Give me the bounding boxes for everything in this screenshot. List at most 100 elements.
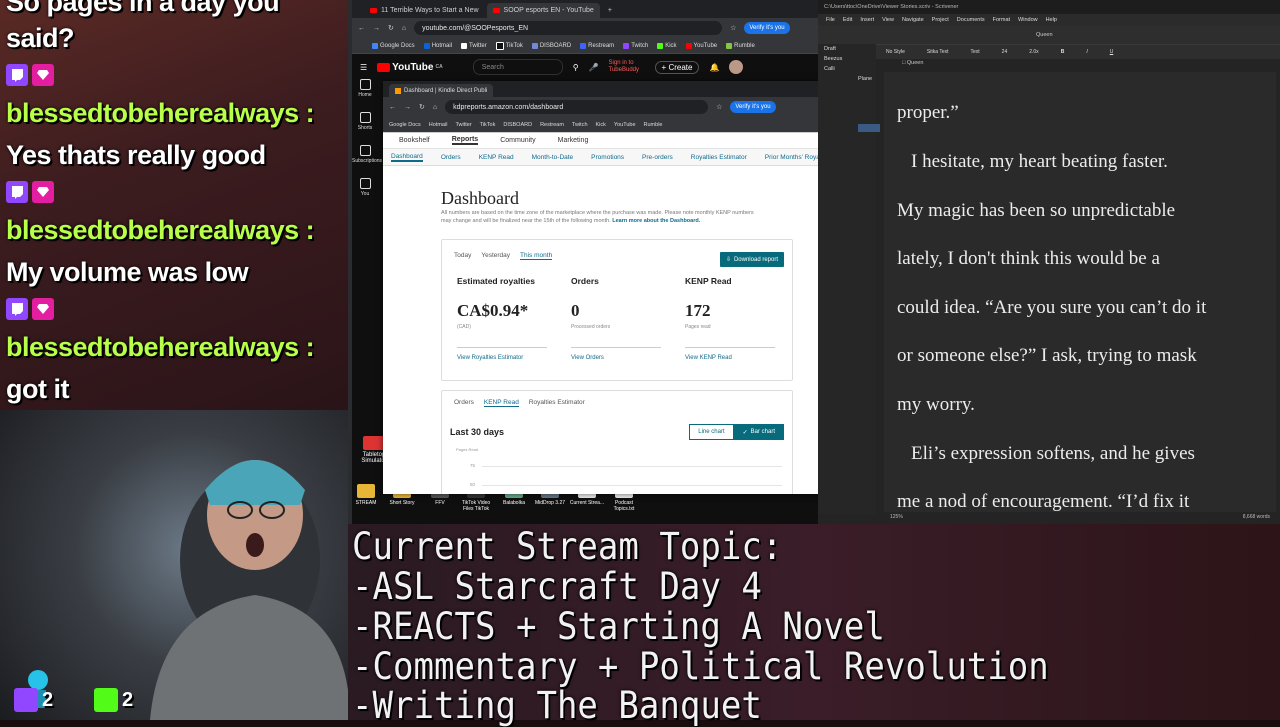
back-icon[interactable]: ← (389, 104, 396, 111)
menu-icon[interactable]: ☰ (360, 63, 367, 72)
sidebar-item-home[interactable]: Home (352, 79, 378, 98)
menu-help[interactable]: Help (1046, 17, 1057, 23)
bookmark-twitter[interactable]: Twitter (461, 42, 487, 49)
menu-format[interactable]: Format (993, 17, 1010, 23)
bookmark-restream[interactable]: Restream (540, 122, 564, 128)
bookmark-tiktok[interactable]: TikTok (495, 41, 523, 50)
menu-documents[interactable]: Documents (957, 17, 985, 23)
bookmark-google-docs[interactable]: Google Docs (372, 42, 415, 49)
bookmark-twitter[interactable]: Twitter (455, 122, 471, 128)
bookmark-star-icon[interactable]: ☆ (716, 103, 722, 111)
bookmark-star-icon[interactable]: ☆ (730, 24, 736, 32)
download-report-button[interactable]: ⇩ Download report (719, 252, 784, 267)
bookmark-disboard[interactable]: DISBOARD (503, 122, 532, 128)
notifications-bell-icon[interactable]: 🔔 (709, 63, 719, 72)
url-input[interactable]: kdpreports.amazon.com/dashboard (445, 100, 709, 114)
new-tab-button[interactable]: + (602, 3, 618, 18)
binder-item-plane[interactable]: Plane (818, 74, 876, 84)
bar-chart-button[interactable]: ✓ Bar chart (733, 424, 784, 440)
bookmark-twitch[interactable]: Twitch (623, 42, 648, 49)
nav-marketing[interactable]: Marketing (558, 137, 589, 144)
avatar[interactable] (729, 60, 744, 74)
subnav-month-to-date[interactable]: Month-to-Date (532, 154, 574, 161)
line-spacing-select[interactable]: 2.0x (1029, 49, 1038, 55)
view-royalties-estimator-link[interactable]: View Royalties Estimator (457, 355, 552, 361)
binder-item-calli[interactable]: Calli (818, 64, 876, 74)
chart-tab-orders[interactable]: Orders (454, 399, 474, 407)
nav-community[interactable]: Community (500, 137, 535, 144)
bookmark-twitch[interactable]: Twitch (572, 122, 588, 128)
bookmark-google-docs[interactable]: Google Docs (389, 122, 421, 128)
binder-item-draft[interactable]: Draft (818, 44, 876, 54)
menu-navigate[interactable]: Navigate (902, 17, 924, 23)
menu-project[interactable]: Project (932, 17, 949, 23)
bookmark-rumble[interactable]: Rumble (726, 42, 755, 49)
verify-button[interactable]: Verify it's you (744, 22, 790, 34)
editor-text-area[interactable]: proper.” I hesitate, my heart beating fa… (884, 72, 1276, 512)
subnav-orders[interactable]: Orders (441, 154, 461, 161)
create-button[interactable]: + Create (654, 60, 700, 74)
bold-button[interactable]: B (1061, 49, 1065, 55)
tab-yesterday[interactable]: Yesterday (481, 252, 510, 260)
desktop-icon-stream[interactable]: STREAM (348, 484, 384, 506)
subnav-promotions[interactable]: Promotions (591, 154, 624, 161)
subnav-dashboard[interactable]: Dashboard (391, 153, 423, 162)
bookmark-restream[interactable]: Restream (580, 42, 614, 49)
menu-file[interactable]: File (826, 17, 835, 23)
browser-tab-active[interactable]: Dashboard | Kindle Direct Publi (389, 84, 494, 97)
subnav-royalties-estimator[interactable]: Royalties Estimator (691, 154, 747, 161)
menu-window[interactable]: Window (1018, 17, 1038, 23)
bookmark-disboard[interactable]: DISBOARD (531, 42, 571, 49)
font-size-select[interactable]: 24 (1002, 49, 1008, 55)
youtube-search-input[interactable]: Search (472, 59, 563, 75)
tubebuddy-signin-link[interactable]: Sign in to TubeBuddy (609, 60, 645, 74)
browser-tab[interactable]: 11 Terrible Ways to Start a New (364, 3, 485, 18)
chart-tab-royalties-estimator[interactable]: Royalties Estimator (529, 399, 585, 407)
nav-reports[interactable]: Reports (451, 136, 479, 145)
underline-button[interactable]: U (1110, 49, 1114, 55)
home-icon[interactable]: ⌂ (433, 104, 437, 111)
subnav-pre-orders[interactable]: Pre-orders (642, 154, 673, 161)
bookmark-tiktok[interactable]: TikTok (480, 122, 496, 128)
learn-more-link[interactable]: Learn more about the Dashboard. (612, 218, 700, 224)
italic-button[interactable]: I (1086, 49, 1087, 55)
font-style-select[interactable]: Text (971, 49, 980, 55)
chart-tab-kenp-read[interactable]: KENP Read (483, 399, 519, 407)
menu-edit[interactable]: Edit (843, 17, 852, 23)
tab-this-month[interactable]: This month (520, 252, 553, 260)
browser-tab-active[interactable]: SOOP esports EN - YouTube (486, 3, 600, 18)
forward-icon[interactable]: → (404, 104, 411, 111)
nav-bookshelf[interactable]: Bookshelf (399, 137, 430, 144)
search-icon[interactable]: ⚲ (573, 63, 579, 72)
url-input[interactable]: youtube.com/@SOOPesports_EN (414, 21, 723, 35)
subnav-kenp-read[interactable]: KENP Read (479, 154, 514, 161)
binder-item-beezus[interactable]: Beezus (818, 54, 876, 64)
bookmark-hotmail[interactable]: Hotmail (423, 42, 452, 49)
bookmark-hotmail[interactable]: Hotmail (429, 122, 448, 128)
reload-icon[interactable]: ↻ (388, 24, 394, 32)
forward-icon[interactable]: → (373, 25, 380, 32)
style-select[interactable]: No Style (886, 49, 905, 55)
tab-today[interactable]: Today (454, 252, 471, 260)
microphone-icon[interactable]: 🎤 (589, 63, 599, 72)
youtube-logo[interactable]: YouTube CA (377, 62, 443, 73)
back-icon[interactable]: ← (358, 25, 365, 32)
line-chart-button[interactable]: Line chart (689, 424, 734, 440)
view-orders-link[interactable]: View Orders (571, 355, 666, 361)
bookmark-youtube[interactable]: YouTube (685, 42, 717, 49)
reload-icon[interactable]: ↻ (419, 103, 425, 111)
font-select[interactable]: Sitka Text (927, 49, 949, 55)
bookmark-youtube[interactable]: YouTube (614, 122, 636, 128)
bookmark-kick[interactable]: Kick (657, 42, 677, 49)
menu-view[interactable]: View (882, 17, 894, 23)
verify-button[interactable]: Verify it's you (730, 101, 776, 113)
menu-insert[interactable]: Insert (860, 17, 874, 23)
bookmark-rumble[interactable]: Rumble (644, 122, 663, 128)
zoom-select[interactable]: 125% (890, 514, 903, 524)
sidebar-item-shorts[interactable]: Shorts (352, 112, 378, 131)
home-icon[interactable]: ⌂ (402, 25, 406, 32)
view-kenp-read-link[interactable]: View KENP Read (685, 355, 780, 361)
sidebar-item-subscriptions[interactable]: Subscriptions (352, 145, 382, 164)
sidebar-item-you[interactable]: You (352, 178, 378, 197)
bookmark-kick[interactable]: Kick (596, 122, 606, 128)
